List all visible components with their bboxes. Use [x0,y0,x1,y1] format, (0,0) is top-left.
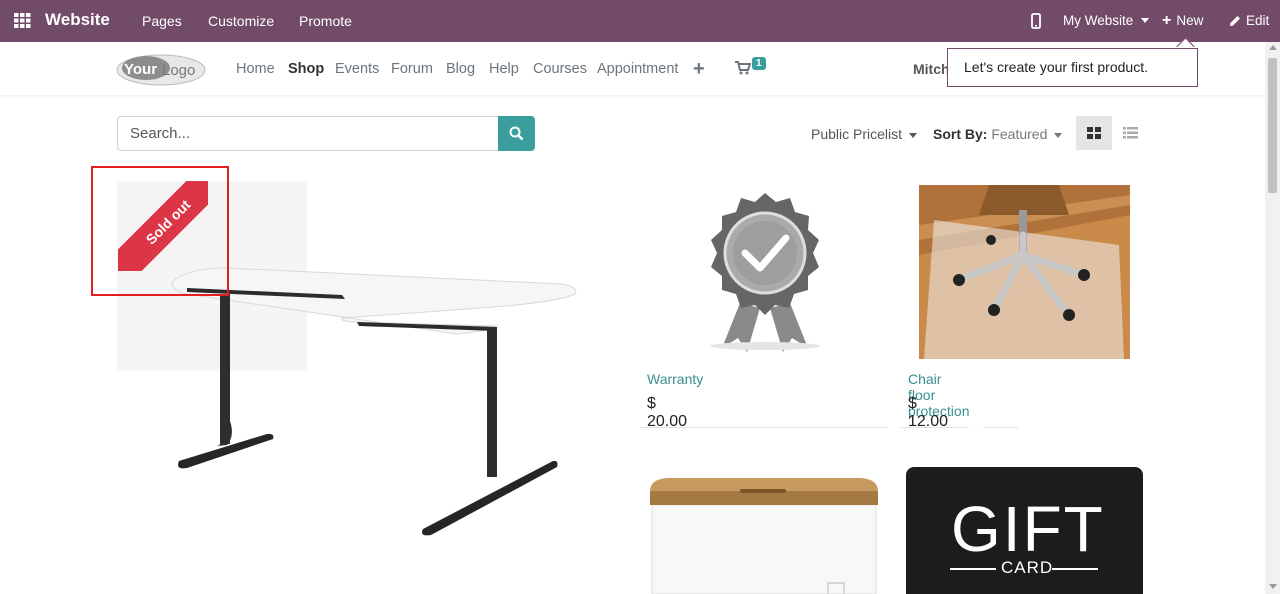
product-image-storage-box [650,478,878,594]
card-divider [640,427,888,428]
list-view-button[interactable] [1112,116,1148,150]
product-price-warranty: $ 20.00 [647,395,688,430]
nav-forum[interactable]: Forum [391,61,433,77]
website-selector-label: My Website [1063,13,1134,28]
search-button[interactable] [498,116,535,151]
pricelist-label: Public Pricelist [811,126,903,142]
grid-view-icon [1087,127,1101,139]
grid-view-button[interactable] [1076,116,1112,150]
website-selector[interactable]: My Website [1063,13,1150,28]
nav-appointment[interactable]: Appointment [597,61,678,77]
app-brand[interactable]: Website [45,10,110,30]
nav-courses[interactable]: Courses [533,61,587,77]
svg-text:Logo: Logo [162,62,195,79]
product-image-warranty [710,193,820,352]
cart-count-badge: 1 [752,57,766,70]
list-view-icon [1122,127,1138,139]
new-button[interactable]: + New [1162,11,1204,29]
product-image-chair-floor-protection [919,185,1130,359]
new-button-label: New [1176,13,1204,28]
search-icon [509,126,524,141]
edit-button-label: Edit [1246,13,1270,28]
nav-events[interactable]: Events [335,61,379,77]
plus-icon: + [1162,11,1172,29]
svg-text:Your: Your [124,61,157,78]
chevron-down-icon [1141,18,1150,23]
cart-icon[interactable] [735,61,751,75]
apps-grid-icon[interactable] [14,13,31,28]
edit-button[interactable]: Edit [1229,13,1269,28]
gift-card-title: GIFT [951,493,1105,565]
chevron-down-icon [1054,132,1063,138]
sort-by-value: Featured [991,126,1048,142]
product-price-chair-floor-protection: $ 12.00 [908,395,949,430]
search-input[interactable]: Search... [117,116,499,151]
nav-help[interactable]: Help [489,61,519,77]
card-divider [901,427,969,428]
nav-shop[interactable]: Shop [288,61,324,77]
product-name-warranty[interactable]: Warranty [647,371,703,387]
menu-promote[interactable]: Promote [299,13,352,29]
sort-by-dropdown[interactable]: Sort By: Featured [933,126,1063,142]
menu-pages[interactable]: Pages [142,13,182,29]
sort-by-label: Sort By: [933,126,988,142]
add-menu-item-icon[interactable]: + [693,58,705,81]
pricelist-dropdown[interactable]: Public Pricelist [811,126,918,142]
nav-home[interactable]: Home [236,61,275,77]
gift-card-subtitle: CARD [1001,558,1054,577]
scroll-up-arrow[interactable] [1269,45,1277,50]
site-logo[interactable]: Your Logo [116,54,206,86]
scrollbar-thumb[interactable] [1268,58,1277,193]
nav-blog[interactable]: Blog [446,61,475,77]
scroll-down-arrow[interactable] [1269,584,1277,589]
admin-topbar: Website Pages Customize Promote My Websi… [0,0,1280,42]
card-divider [983,427,1018,428]
highlight-box [91,166,229,296]
onboarding-tooltip[interactable]: Let's create your first product. [947,48,1198,87]
menu-customize[interactable]: Customize [208,13,274,29]
pencil-icon [1230,15,1240,26]
mobile-preview-icon[interactable] [1031,13,1041,29]
chevron-down-icon [909,132,918,138]
user-menu[interactable]: Mitch [913,61,950,77]
